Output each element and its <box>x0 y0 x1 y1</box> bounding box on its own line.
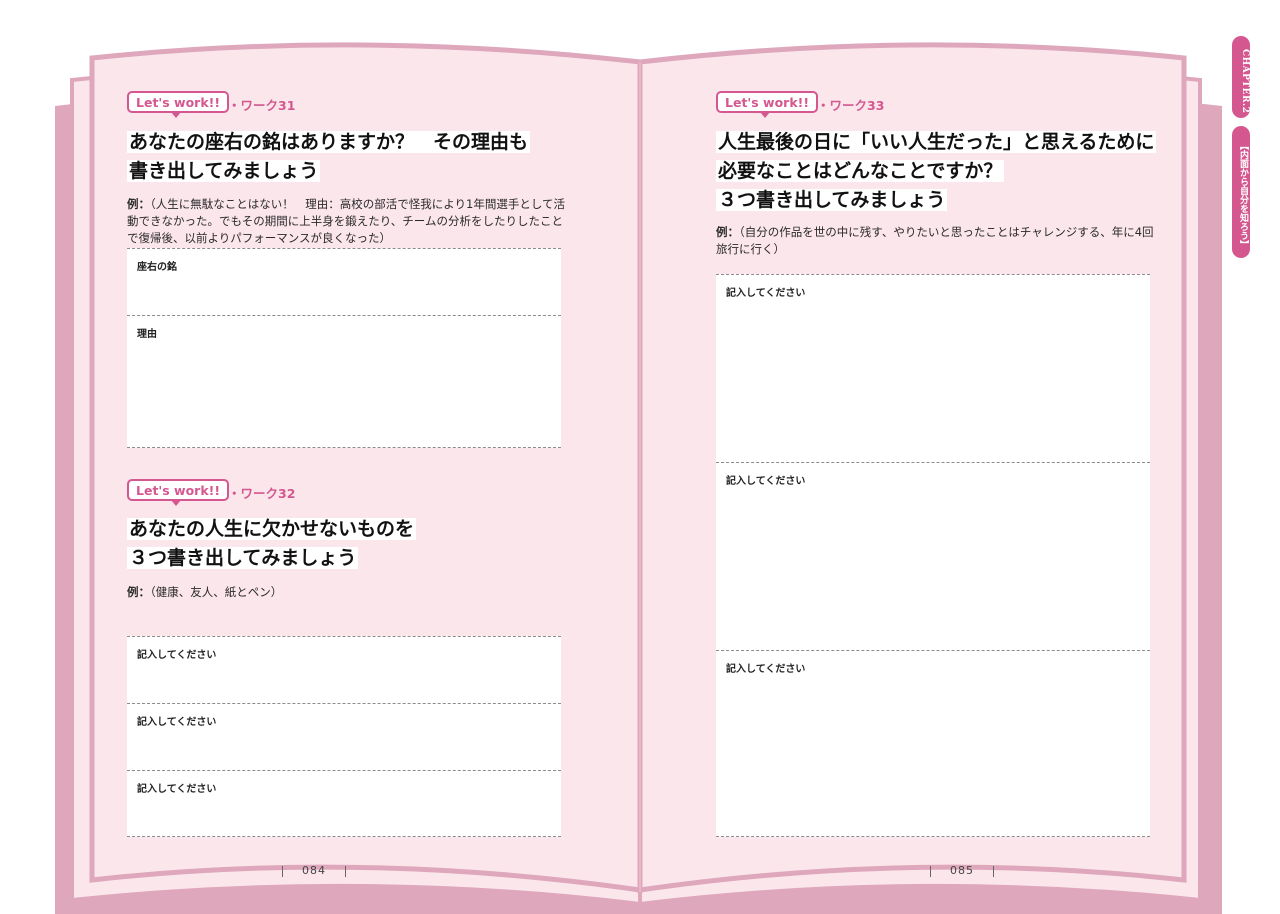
question-heading: 人生最後の日に「いい人生だった」と思えるために 必要なことはどんなことですか？ … <box>716 128 1166 215</box>
chapter-tab[interactable]: CHAPTER.2 <box>1232 36 1250 118</box>
example-text: 例：（人生に無駄なことはない！ 理由：高校の部活で怪我により1年間選手として活動… <box>127 196 565 247</box>
example-label: 例： <box>716 225 739 239</box>
question-line: あなたの人生に欠かせないものを <box>127 518 417 540</box>
lets-work-badge: Let's work!! <box>127 479 230 506</box>
field-label: 座右の銘 <box>137 262 177 273</box>
question-line: あなたの座右の銘はありますか？ その理由も <box>127 131 531 153</box>
question-line: 書き出してみましょう <box>127 160 321 182</box>
field-label: 記入してください <box>726 476 806 487</box>
example-label: 例： <box>127 197 150 211</box>
answer-field-3[interactable]: 記入してください <box>127 770 561 837</box>
example-text: 例：（健康、友人、紙とペン） <box>127 584 565 601</box>
answer-field-2[interactable]: 記入してください <box>716 462 1150 650</box>
lets-work-badge: Let's work!! <box>716 91 819 118</box>
page-number-right: 085 <box>922 864 1002 877</box>
example-body: （自分の作品を世の中に残す、やりたいと思ったことはチャレンジする、年に4回旅行に… <box>716 225 1154 256</box>
question-line: 人生最後の日に「いい人生だった」と思えるために <box>716 131 1157 153</box>
field-label: 理由 <box>137 329 157 340</box>
topic-tab[interactable]: 【内面から自分を知ろう】 <box>1232 126 1250 258</box>
question-line: ３つ書き出してみましょう <box>716 189 948 211</box>
answer-field-3[interactable]: 記入してください <box>716 650 1150 837</box>
field-label: 記入してください <box>726 664 806 675</box>
answer-field-1[interactable]: 記入してください <box>127 636 561 703</box>
page-number-left: 084 <box>274 864 354 877</box>
answer-field-reason[interactable]: 理由 <box>127 315 561 448</box>
question-heading: あなたの座右の銘はありますか？ その理由も 書き出してみましょう <box>127 128 567 186</box>
question-line: 必要なことはどんなことですか？ <box>716 160 1005 182</box>
work-number: ・ワーク32 <box>228 486 296 501</box>
example-body: （健康、友人、紙とペン） <box>150 585 283 599</box>
work-number: ・ワーク33 <box>817 98 885 113</box>
field-label: 記入してください <box>137 784 217 795</box>
answer-field-1[interactable]: 記入してください <box>716 274 1150 462</box>
example-body: （人生に無駄なことはない！ 理由：高校の部活で怪我により1年間選手として活動でき… <box>127 197 565 245</box>
example-label: 例： <box>127 585 150 599</box>
question-line: ３つ書き出してみましょう <box>127 547 359 569</box>
example-text: 例：（自分の作品を世の中に残す、やりたいと思ったことはチャレンジする、年に4回旅… <box>716 224 1156 258</box>
question-heading: あなたの人生に欠かせないものを ３つ書き出してみましょう <box>127 515 567 573</box>
field-label: 記入してください <box>137 650 217 661</box>
answer-field-motto[interactable]: 座右の銘 <box>127 248 561 315</box>
work-number: ・ワーク31 <box>228 98 296 113</box>
field-label: 記入してください <box>137 717 217 728</box>
lets-work-badge: Let's work!! <box>127 91 230 118</box>
answer-field-2[interactable]: 記入してください <box>127 703 561 770</box>
field-label: 記入してください <box>726 288 806 299</box>
